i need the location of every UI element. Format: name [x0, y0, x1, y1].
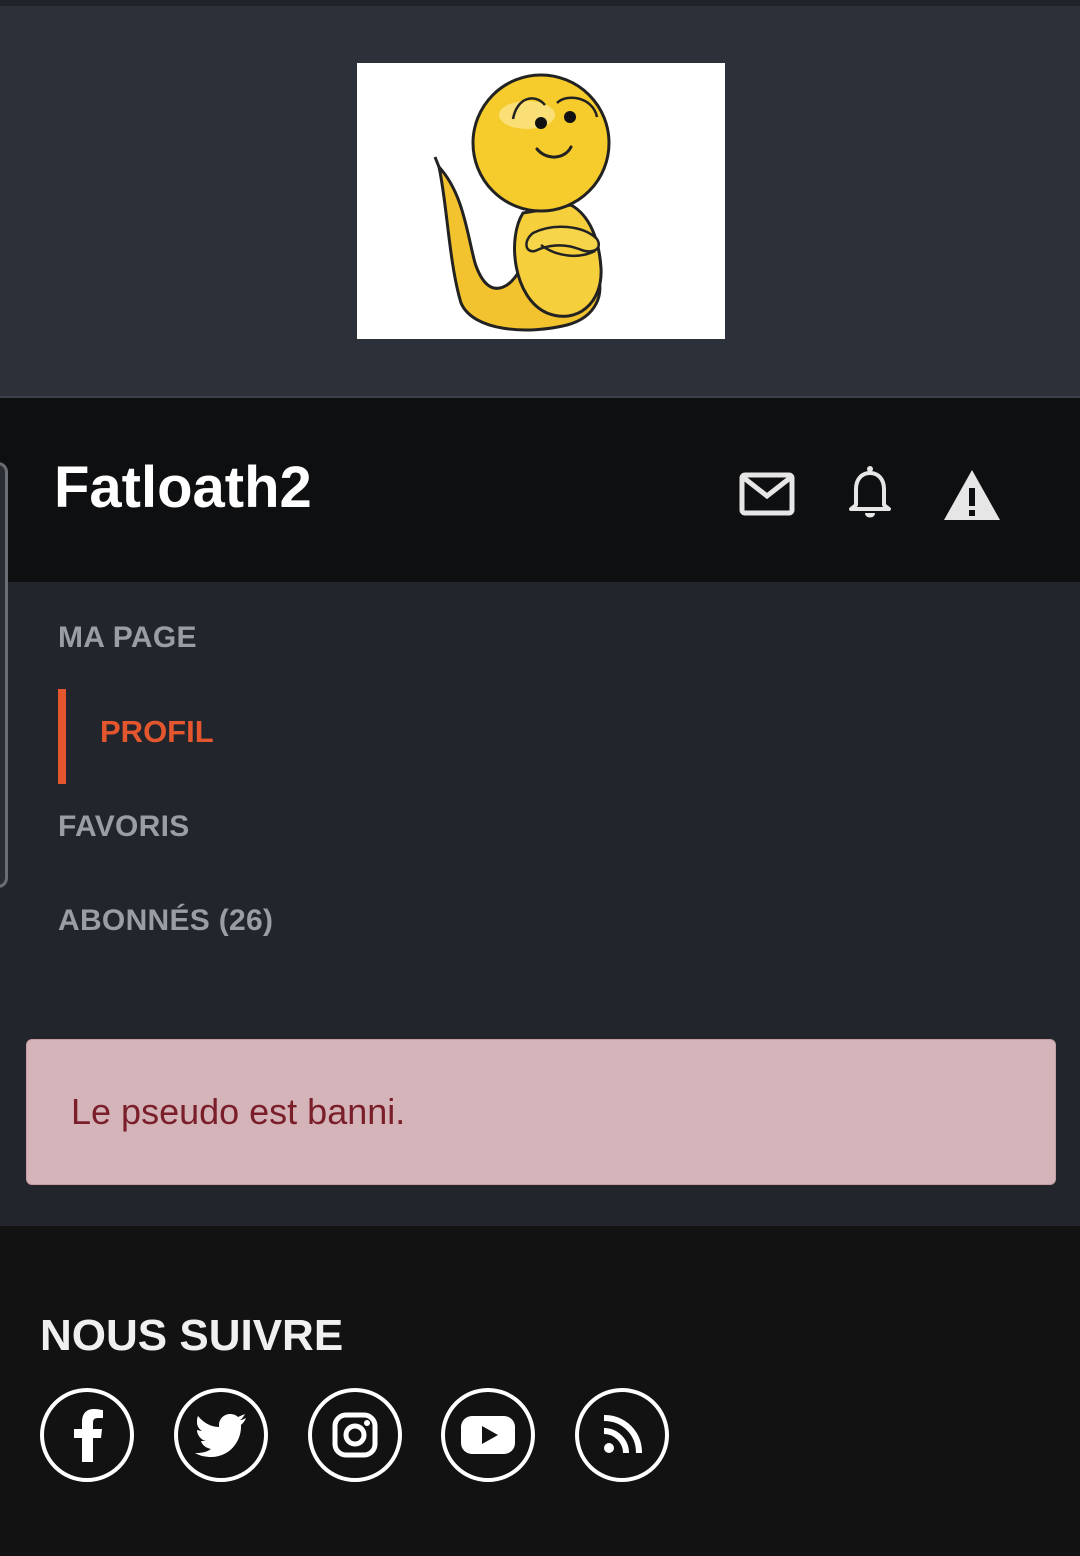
follow-title: NOUS SUIVRE: [40, 1311, 344, 1360]
drawer-handle[interactable]: [0, 462, 8, 888]
instagram-icon[interactable]: [308, 1388, 402, 1482]
facebook-icon[interactable]: [40, 1388, 134, 1482]
twitter-icon[interactable]: [174, 1388, 268, 1482]
nav-item-abonnes[interactable]: ABONNÉS (26): [58, 903, 273, 939]
bell-icon[interactable]: [842, 462, 898, 524]
nav-item-profil[interactable]: PROFIL: [100, 714, 214, 750]
avatar: [357, 63, 725, 339]
youtube-icon[interactable]: [441, 1388, 535, 1482]
mail-icon[interactable]: [736, 466, 798, 522]
footer: [0, 1226, 1080, 1556]
nav-item-favoris[interactable]: FAVORIS: [58, 809, 190, 845]
profile-username: Fatloath2: [54, 455, 312, 520]
ban-alert: Le pseudo est banni.: [26, 1039, 1056, 1185]
nav-section-title: MA PAGE: [58, 621, 197, 654]
profile-banner: [0, 6, 1080, 398]
ban-alert-message: Le pseudo est banni.: [71, 1091, 406, 1132]
rss-icon[interactable]: [575, 1388, 669, 1482]
smiley-snake-avatar-icon: [433, 73, 611, 332]
nav-active-indicator: [58, 689, 66, 784]
warning-icon[interactable]: [940, 466, 1004, 524]
